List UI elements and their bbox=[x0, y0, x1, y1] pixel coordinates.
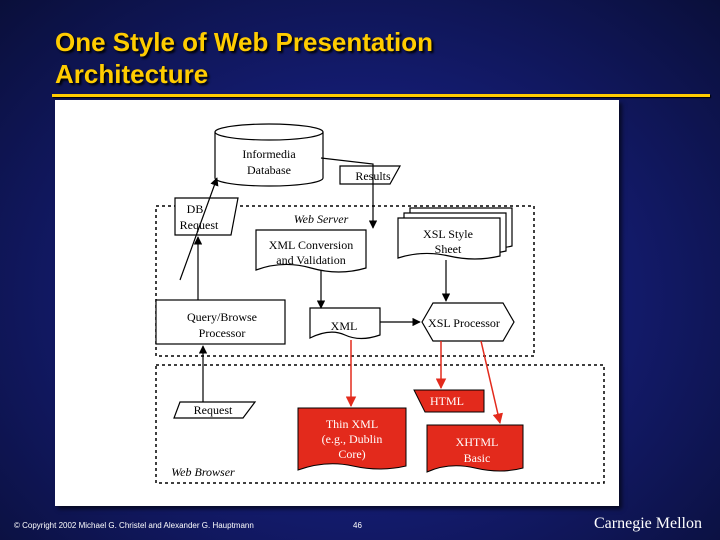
page-number: 46 bbox=[353, 521, 362, 530]
html-label: HTML bbox=[430, 394, 464, 408]
xhtml-label-2: Basic bbox=[464, 451, 491, 465]
database-label-1: Informedia bbox=[242, 147, 296, 161]
copyright-notice: © Copyright 2002 Michael G. Christel and… bbox=[14, 521, 254, 530]
database-label-2: Database bbox=[247, 163, 291, 177]
xsl-style-label-2: Sheet bbox=[435, 242, 462, 256]
db-request-label-1: DB bbox=[187, 202, 204, 216]
slide-title-line2: Architecture bbox=[55, 59, 209, 89]
informedia-database: Informedia Database bbox=[214, 123, 324, 187]
thin-xml-label-2: (e.g., Dublin bbox=[322, 432, 383, 446]
web-server-label: Web Server bbox=[294, 212, 349, 226]
xsl-style-sheet-node: XSL Style Sheet bbox=[397, 207, 513, 260]
architecture-diagram: Informedia Database Results DB Request W… bbox=[155, 123, 605, 484]
xml-conversion-label-2: and Validation bbox=[276, 253, 345, 267]
xsl-processor-label: XSL Processor bbox=[428, 316, 500, 330]
brand-logo: Carnegie Mellon bbox=[594, 515, 702, 532]
html-output-node: HTML bbox=[413, 389, 485, 413]
xml-conversion-label-1: XML Conversion bbox=[269, 238, 354, 252]
thin-xml-label-1: Thin XML bbox=[326, 417, 378, 431]
slide-title-line1: One Style of Web Presentation bbox=[55, 27, 434, 57]
slide-title: One Style of Web Presentation Architectu… bbox=[55, 26, 675, 90]
results-node: Results bbox=[339, 165, 402, 185]
web-browser-label: Web Browser bbox=[171, 465, 235, 479]
request-node: Request bbox=[173, 401, 257, 419]
request-label: Request bbox=[194, 403, 233, 417]
title-underline bbox=[52, 94, 710, 97]
xml-conversion-node: XML Conversion and Validation bbox=[255, 229, 367, 273]
xhtml-basic-node: XHTML Basic bbox=[426, 424, 524, 473]
xml-node: XML bbox=[309, 307, 381, 340]
query-processor-label-1: Query/Browse bbox=[187, 310, 257, 324]
xml-label: XML bbox=[331, 319, 358, 333]
xhtml-label-1: XHTML bbox=[456, 435, 499, 449]
thin-xml-node: Thin XML (e.g., Dublin Core) bbox=[297, 407, 407, 471]
diagram-panel: Informedia Database Results DB Request W… bbox=[55, 100, 619, 506]
query-processor-label-2: Processor bbox=[199, 326, 246, 340]
db-request-node: DB Request bbox=[174, 197, 239, 236]
query-processor-node: Query/Browse Processor bbox=[155, 299, 286, 345]
xsl-style-label-1: XSL Style bbox=[423, 227, 473, 241]
xsl-processor-node: XSL Processor bbox=[421, 302, 515, 342]
thin-xml-label-3: Core) bbox=[338, 447, 365, 461]
